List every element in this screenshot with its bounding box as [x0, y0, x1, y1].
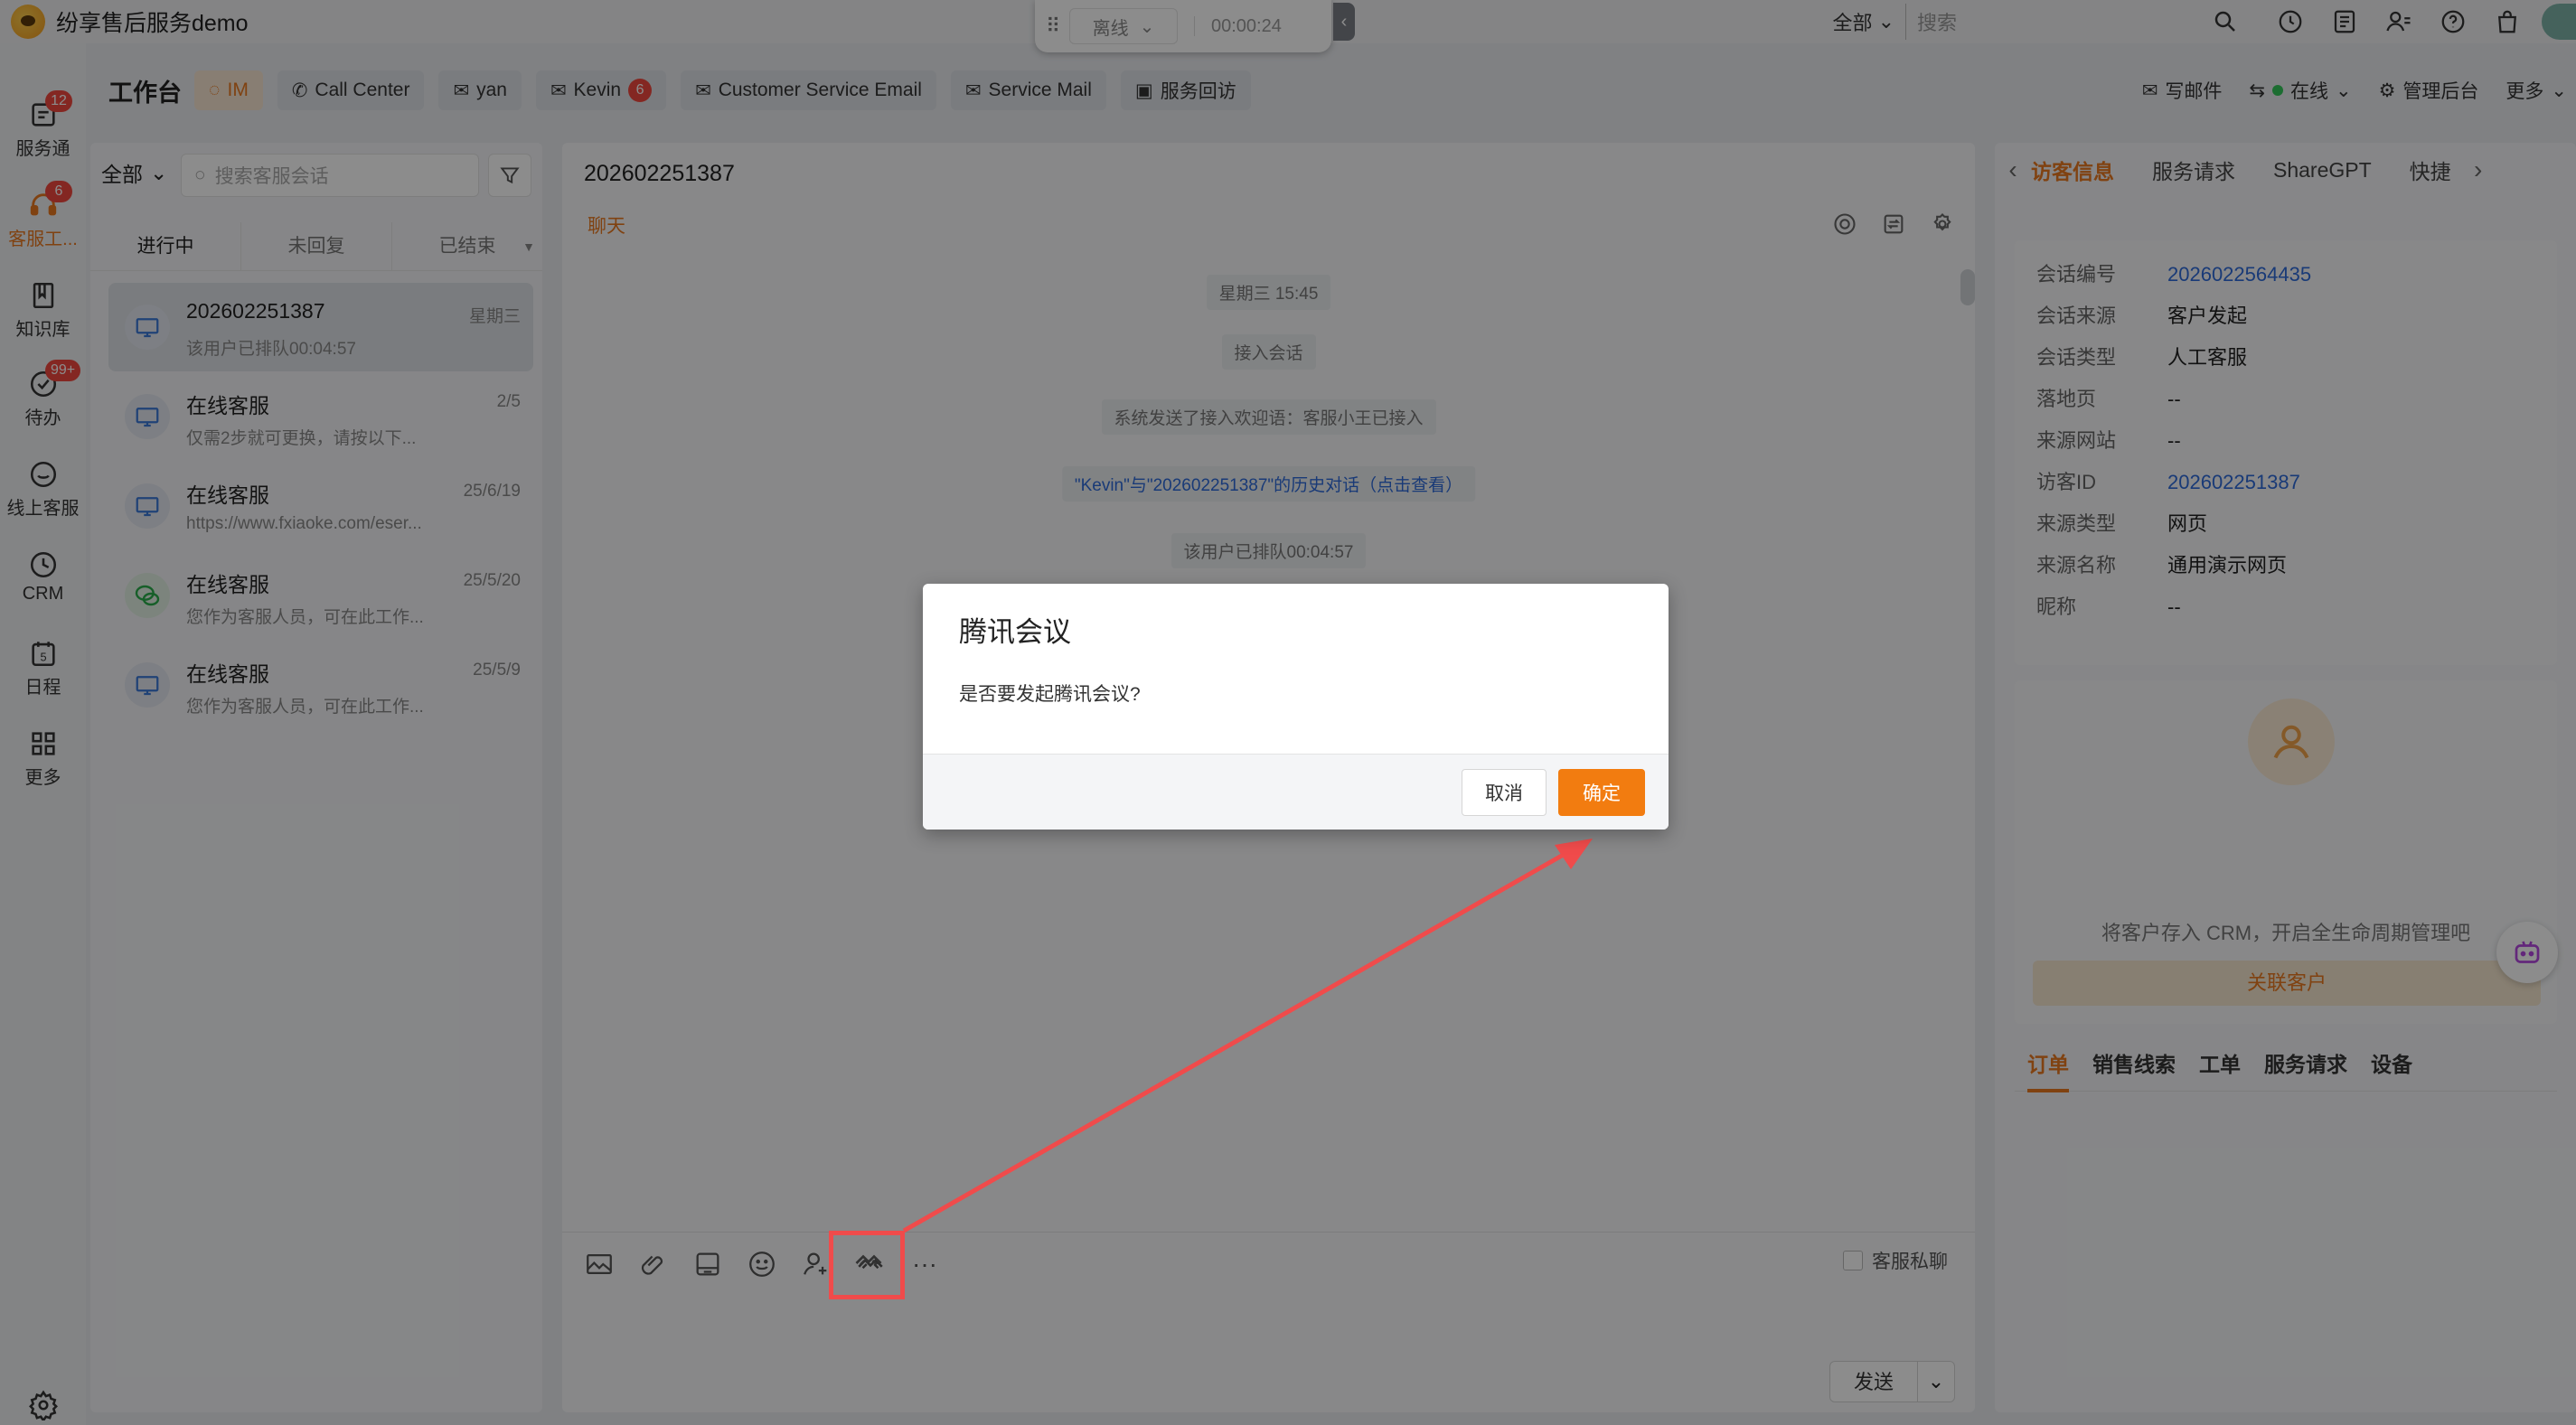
confirm-button[interactable]: 确定: [1558, 769, 1645, 816]
dialog-footer: 取消 确定: [923, 754, 1669, 830]
dialog-title: 腾讯会议: [959, 616, 1071, 648]
dialog-message: 是否要发起腾讯会议?: [959, 684, 1141, 705]
tencent-meeting-dialog: 腾讯会议 是否要发起腾讯会议? 取消 确定: [923, 584, 1669, 830]
cancel-button[interactable]: 取消: [1462, 769, 1547, 816]
annotation-highlight-box: [829, 1231, 905, 1299]
